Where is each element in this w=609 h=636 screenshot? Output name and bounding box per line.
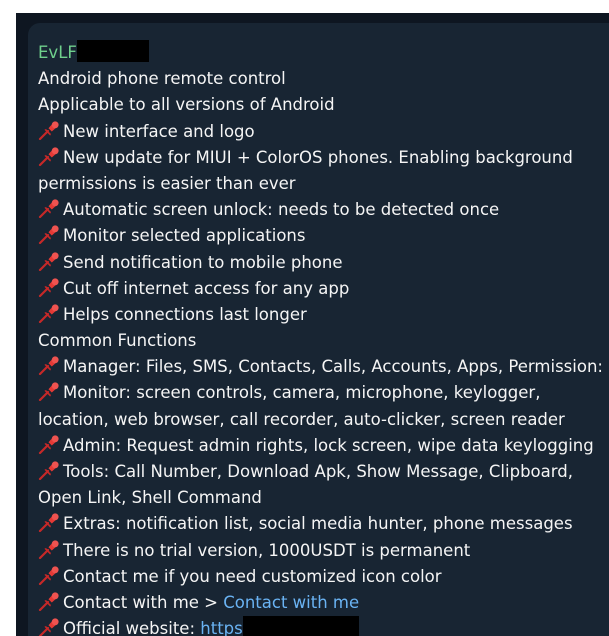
message-line-text: Open Link, Shell Command xyxy=(38,488,262,508)
message-line: Monitor selected applications xyxy=(38,223,609,249)
pushpin-icon xyxy=(38,146,60,166)
message-line: Manager: Files, SMS, Contacts, Calls, Ac… xyxy=(38,354,609,380)
message-line: Helps connections last longer xyxy=(38,302,609,328)
message-line-text: Helps connections last longer xyxy=(63,304,307,324)
message-line-text: Extras: notification list, social media … xyxy=(63,514,573,534)
message-line: Tools: Call Number, Download Apk, Show M… xyxy=(38,459,609,485)
message-line: Android phone remote control xyxy=(38,66,609,92)
pushpin-icon xyxy=(38,381,60,402)
message-bubble: EvLF Android phone remote control Applica… xyxy=(28,23,609,636)
pushpin-icon xyxy=(38,591,60,611)
message-line: permissions is easier than ever xyxy=(38,171,609,197)
pushpin-icon xyxy=(38,303,60,323)
message-line-text: Monitor: screen controls, camera, microp… xyxy=(63,383,541,403)
message-line-text: There is no trial version, 1000USDT is p… xyxy=(63,540,471,560)
contact-link[interactable]: Contact with me xyxy=(223,593,359,612)
message-line: Admin: Request admin rights, lock screen… xyxy=(38,433,609,459)
message-line-text: Tools: Call Number, Download Apk, Show M… xyxy=(63,462,573,481)
message-line: Applicable to all versions of Android xyxy=(38,92,609,118)
message-line: location, web browser, call recorder, au… xyxy=(38,407,609,433)
message-line: Contact me if you need customized icon c… xyxy=(38,564,609,590)
message-text: EvLF Android phone remote control Applica… xyxy=(38,40,609,636)
pushpin-icon xyxy=(38,277,60,297)
message-line: Monitor: screen controls, camera, microp… xyxy=(38,380,609,406)
website-line: Official website: https xyxy=(38,616,609,636)
message-line: Send notification to mobile phone xyxy=(38,250,609,276)
message-line-text: Applicable to all versions of Android xyxy=(38,95,335,115)
message-line: Cut off internet access for any app xyxy=(38,276,609,302)
message-line-text: Contact me if you need customized icon c… xyxy=(63,566,442,586)
sender-name[interactable]: EvLF xyxy=(38,43,77,62)
message-line-text: Send notification to mobile phone xyxy=(63,252,343,272)
message-line: New update for MIUI + ColorOS phones. En… xyxy=(38,145,609,171)
pushpin-icon xyxy=(38,224,60,245)
message-line-text: Common Functions xyxy=(38,331,197,351)
contact-prefix: Contact with me > xyxy=(63,592,224,612)
pushpin-icon xyxy=(38,460,60,480)
website-link[interactable]: https xyxy=(200,619,242,636)
message-line: Common Functions xyxy=(38,328,609,354)
pushpin-icon xyxy=(38,434,60,454)
message-line: New interface and logo xyxy=(38,119,609,145)
message-line: Open Link, Shell Command xyxy=(38,485,609,511)
pushpin-icon xyxy=(38,120,60,140)
message-line-text: permissions is easier than ever xyxy=(38,173,296,193)
message-line-text: Automatic screen unlock: needs to be det… xyxy=(63,200,500,220)
website-prefix: Official website: xyxy=(63,619,201,636)
redaction-block xyxy=(242,616,359,636)
message-line-text: Monitor selected applications xyxy=(63,226,306,246)
pushpin-icon xyxy=(38,617,60,636)
sender-line: EvLF xyxy=(38,40,609,66)
message-line-text: location, web browser, call recorder, au… xyxy=(38,409,565,429)
redaction-block xyxy=(76,40,149,62)
chat-window: EvLF Android phone remote control Applica… xyxy=(16,13,609,636)
pushpin-icon xyxy=(38,539,60,559)
message-line-text: New interface and logo xyxy=(63,121,255,141)
message-line-text: Manager: Files, SMS, Contacts, Calls, Ac… xyxy=(63,357,603,377)
message-line-text: Admin: Request admin rights, lock screen… xyxy=(63,435,594,455)
message-line-text: Cut off internet access for any app xyxy=(63,278,350,298)
message-line: Extras: notification list, social media … xyxy=(38,511,609,537)
message-line: There is no trial version, 1000USDT is p… xyxy=(38,538,609,564)
pushpin-icon xyxy=(38,251,60,271)
pushpin-icon xyxy=(38,198,60,219)
contact-line: Contact with me > Contact with me xyxy=(38,590,609,616)
pushpin-icon xyxy=(38,355,60,376)
message-line: Automatic screen unlock: needs to be det… xyxy=(38,197,609,223)
pushpin-icon xyxy=(38,565,60,585)
message-line-text: Android phone remote control xyxy=(38,69,286,89)
pushpin-icon xyxy=(38,512,60,533)
message-line-text: New update for MIUI + ColorOS phones. En… xyxy=(63,147,573,167)
